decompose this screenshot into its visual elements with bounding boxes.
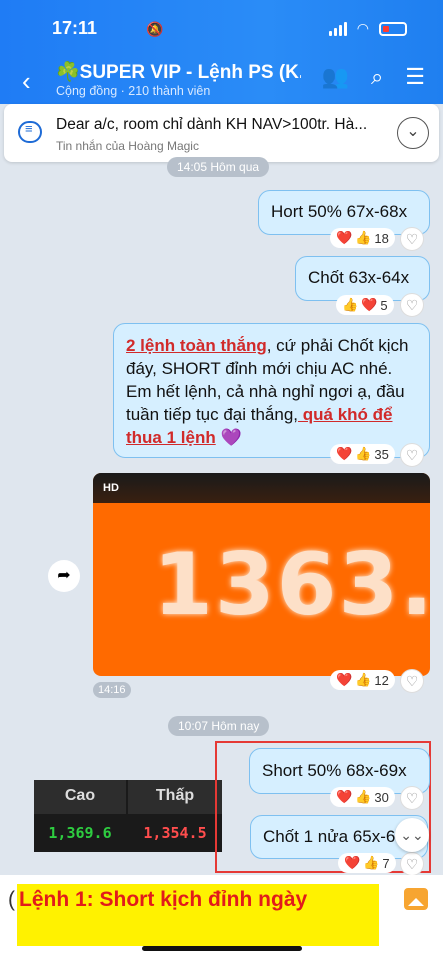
signal-icon	[328, 21, 347, 36]
low-label: Thấp	[128, 780, 222, 814]
message-icon	[18, 121, 42, 143]
reaction-summary[interactable]: ❤️ 👍 35	[330, 444, 395, 464]
reaction-count: 12	[374, 672, 389, 688]
reaction-summary[interactable]: ❤️ 👍 30	[330, 787, 395, 807]
react-heart-button[interactable]: ♡	[400, 443, 424, 467]
wifi-icon: ◠	[356, 20, 369, 36]
hd-badge: HD	[103, 482, 119, 494]
reaction-summary[interactable]: ❤️ 👍 18	[330, 228, 395, 248]
pinned-text: Dear a/c, room chỉ dành KH NAV>100tr. Hà…	[56, 116, 368, 133]
status-bar: 17:11 🔕 ◠	[48, 18, 407, 42]
back-button[interactable]: ‹	[22, 66, 31, 97]
stock-price-table: Cao Thấp 1,369.6 1,354.5	[34, 780, 222, 852]
home-indicator	[142, 946, 302, 951]
heart-icon: ❤️	[336, 446, 353, 461]
chevron-down-icon[interactable]: ⌄	[397, 117, 429, 149]
reaction-count: 18	[374, 230, 389, 246]
image-top-bar	[93, 473, 430, 503]
react-heart-button[interactable]: ♡	[400, 293, 424, 317]
message-bubble[interactable]: 2 lệnh toàn thắng, cứ phải Chốt kịch đáy…	[113, 323, 430, 458]
pinned-sender: Tin nhắn của Hoàng Magic	[56, 139, 199, 153]
image-time: 14:16	[93, 682, 131, 698]
react-heart-button[interactable]: ♡	[400, 786, 424, 810]
members-icon[interactable]: 👥	[322, 64, 349, 90]
chat-header: 17:11 🔕 ◠ ‹ ☘️SUPER VIP - Lệnh PS (K... …	[0, 0, 443, 104]
time-divider: 10:07 Hôm nay	[168, 716, 270, 736]
heart-icon: ❤️	[344, 855, 361, 870]
message-text: Short 50% 68x-69x	[262, 761, 407, 780]
reaction-summary[interactable]: ❤️ 👍 12	[330, 670, 395, 690]
composer-text[interactable]: (	[8, 888, 15, 912]
thumbs-up-icon: 👍	[342, 297, 359, 312]
image-message[interactable]: HD 1363.8	[93, 473, 430, 676]
heart-icon: ❤️	[361, 297, 378, 312]
reaction-summary[interactable]: ❤️ 👍 7	[338, 853, 396, 873]
heart-icon: ❤️	[336, 230, 353, 245]
react-heart-button[interactable]: ♡	[400, 227, 424, 251]
bell-off-icon: 🔕	[146, 21, 164, 37]
caption-text: Lệnh 1: Short kịch đỉnh ngày	[19, 888, 308, 911]
purple-heart-emoji: 💜	[215, 428, 242, 447]
reaction-count: 35	[374, 446, 389, 462]
message-text: Chốt 63x-64x	[308, 268, 410, 287]
react-heart-button[interactable]: ♡	[400, 852, 424, 876]
reaction-count: 7	[382, 855, 390, 871]
thumbs-up-icon: 👍	[355, 672, 372, 687]
reaction-count: 30	[374, 789, 389, 805]
message-text: Chốt 1 nửa 65x-6	[263, 827, 396, 846]
thumbs-up-icon: 👍	[355, 446, 372, 461]
status-time: 17:11	[52, 18, 98, 38]
heart-icon: ❤️	[336, 672, 353, 687]
react-heart-button[interactable]: ♡	[400, 669, 424, 693]
menu-icon[interactable]: ☰	[405, 64, 425, 90]
chat-title[interactable]: ☘️SUPER VIP - Lệnh PS (K...	[56, 60, 301, 84]
pinned-message[interactable]: Dear a/c, room chỉ dành KH NAV>100tr. Hà…	[4, 104, 439, 162]
share-icon[interactable]: ➦	[48, 560, 80, 592]
image-picker-icon[interactable]	[404, 888, 428, 910]
thumbs-up-icon: 👍	[355, 789, 372, 804]
message-link[interactable]: 2 lệnh toàn thắng	[126, 336, 267, 355]
battery-icon	[379, 21, 407, 36]
time-divider: 14:05 Hôm qua	[167, 157, 270, 177]
low-value: 1,354.5	[143, 824, 207, 842]
chat-subtitle: Cộng đồng · 210 thành viên	[56, 84, 211, 98]
thumbs-up-icon: 👍	[363, 855, 380, 870]
reaction-count: 5	[380, 297, 388, 313]
thumbs-up-icon: 👍	[355, 230, 372, 245]
scroll-down-button[interactable]: ⌄⌄	[395, 818, 429, 852]
heart-icon: ❤️	[336, 789, 353, 804]
reaction-summary[interactable]: 👍 ❤️ 5	[336, 295, 394, 315]
search-icon[interactable]: ⌕	[371, 64, 383, 90]
image-number: 1363.8	[153, 535, 430, 635]
message-text: Hort 50% 67x-68x	[271, 202, 408, 221]
high-label: Cao	[34, 780, 126, 814]
high-value: 1,369.6	[48, 824, 112, 842]
